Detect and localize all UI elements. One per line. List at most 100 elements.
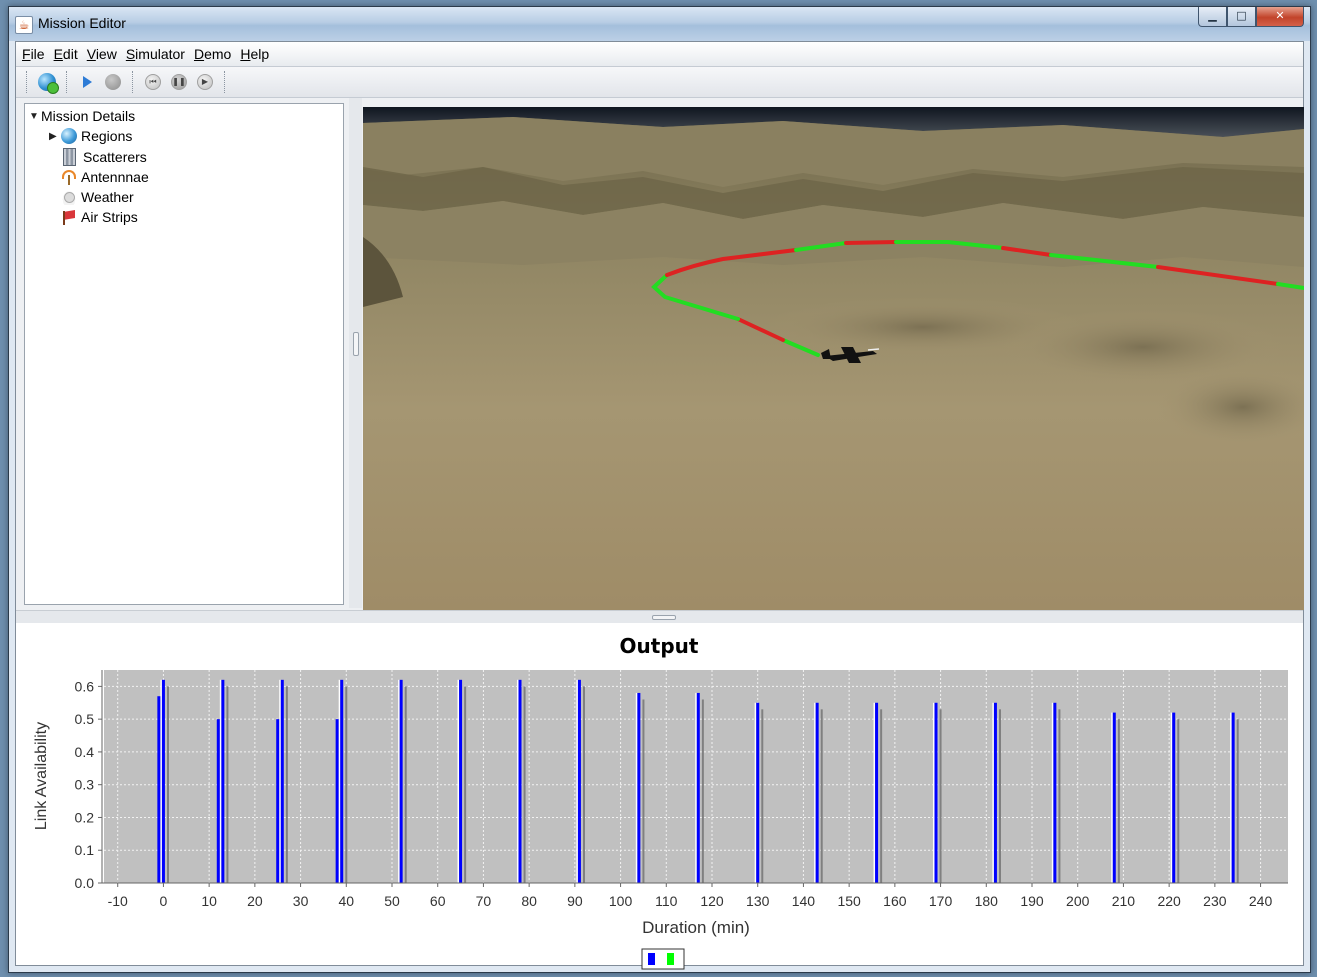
mission-editor-window: ☕ Mission Editor ▁ □ ✕ File Edit View Si… (8, 6, 1311, 973)
x-tick-label: 160 (883, 893, 907, 909)
horizontal-split-divider[interactable] (16, 610, 1303, 624)
title-bar[interactable]: ☕ Mission Editor ▁ □ ✕ (9, 7, 1310, 41)
y-tick-label: 0.1 (75, 842, 95, 858)
path-segment-down (844, 240, 898, 245)
y-tick-label: 0.3 (75, 777, 95, 793)
bar-blue (1112, 712, 1116, 883)
link-availability-chart: Output -10 0 10 20 30 40 50 60 70 80 90 100 110 120 13… (33, 634, 1288, 970)
x-tick-label: 220 (1157, 893, 1181, 909)
x-tick-label: 50 (384, 893, 400, 909)
bar-blue (696, 692, 700, 883)
globe-add-icon (38, 73, 59, 94)
menu-simulator[interactable]: Simulator (126, 46, 185, 62)
java-app-icon: ☕ (15, 16, 33, 34)
3d-terrain-view[interactable] (363, 107, 1304, 610)
bar-blue (637, 692, 641, 883)
x-tick-label: 40 (338, 893, 354, 909)
tree-node-label: Regions (81, 128, 133, 144)
bar-white (754, 702, 757, 883)
y-tick-label: 0.0 (75, 875, 95, 891)
antenna-icon (61, 169, 77, 185)
bar-gray (583, 686, 585, 883)
toolbar-separator (66, 71, 68, 93)
bar-blue (459, 679, 463, 883)
tree-node-mission-details[interactable]: ▼ Mission Details (29, 106, 135, 126)
bar-white (160, 679, 162, 883)
bar-blue (157, 696, 161, 883)
bar-blue (815, 702, 819, 883)
bar-white (1051, 702, 1054, 883)
x-tick-label: 60 (430, 893, 446, 909)
tree-node-label: Scatterers (83, 149, 147, 165)
chart-title: Output (620, 634, 699, 658)
legend-swatch-green (667, 953, 674, 965)
step-forward-button[interactable]: ▶ (194, 71, 216, 93)
bar-gray (939, 709, 942, 883)
step-forward-icon: ▶ (197, 74, 213, 90)
terrain-scene[interactable] (363, 107, 1304, 610)
bar-gray (345, 686, 348, 883)
expanded-triangle-icon[interactable]: ▼ (29, 111, 41, 122)
new-region-button[interactable] (36, 71, 59, 94)
x-tick-label: 140 (792, 893, 816, 909)
bar-blue (756, 702, 760, 883)
bar-blue (1231, 712, 1235, 883)
tree-node-air-strips[interactable]: Air Strips (61, 207, 138, 227)
tree-node-label: Antennnae (81, 169, 149, 185)
bar-gray (464, 686, 467, 883)
tree-node-regions[interactable]: ▶ Regions (49, 126, 132, 146)
bar-blue (1053, 702, 1057, 883)
stop-icon (105, 74, 121, 90)
bar-gray (642, 699, 645, 883)
collapsed-triangle-icon[interactable]: ▶ (49, 131, 61, 142)
legend (641, 948, 685, 970)
x-tick-label: 180 (975, 893, 999, 909)
client-area: File Edit View Simulator Demo Help ⏮ ❚❚ … (15, 41, 1304, 970)
tree-node-scatterers[interactable]: Scatterers (61, 147, 147, 167)
rewind-button[interactable]: ⏮ (142, 71, 164, 93)
bar-blue (280, 679, 284, 883)
menu-bar: File Edit View Simulator Demo Help (16, 42, 1303, 67)
bar-blue (934, 702, 938, 883)
menu-demo[interactable]: Demo (194, 46, 231, 62)
x-tick-label: 240 (1249, 893, 1273, 909)
x-tick-label: 190 (1020, 893, 1044, 909)
split-grip[interactable] (353, 332, 359, 356)
bar-white (1170, 712, 1173, 883)
x-tick-label: 100 (609, 893, 633, 909)
bar-gray (1117, 719, 1120, 883)
x-tick-label: 10 (201, 893, 217, 909)
rewind-icon: ⏮ (145, 74, 161, 90)
maximize-button[interactable]: □ (1227, 7, 1256, 27)
bar-white (1111, 712, 1113, 883)
bar-gray (226, 686, 229, 883)
bar-white (873, 702, 876, 883)
split-grip[interactable] (652, 615, 676, 620)
menu-view[interactable]: View (87, 46, 117, 62)
minimize-button[interactable]: ▁ (1198, 7, 1227, 27)
vertical-split-divider[interactable] (349, 98, 362, 608)
menu-help[interactable]: Help (240, 46, 269, 62)
x-tick-labels: -10 0 10 20 30 40 50 60 70 80 90 100 110 120 130 140 150… (108, 883, 1273, 909)
pause-icon: ❚❚ (171, 74, 187, 90)
pause-button[interactable]: ❚❚ (168, 71, 190, 93)
bar-white (814, 702, 816, 883)
stop-button[interactable] (102, 71, 124, 93)
x-tick-label: 170 (929, 893, 953, 909)
play-button[interactable] (76, 71, 98, 93)
x-tick-label: 70 (476, 893, 492, 909)
x-tick-label: 30 (293, 893, 309, 909)
tree-node-weather[interactable]: Weather (61, 187, 134, 207)
play-icon (82, 76, 92, 88)
bar-gray (701, 699, 704, 883)
menu-edit[interactable]: Edit (54, 46, 78, 62)
tree-node-antennae[interactable]: Antennnae (61, 167, 149, 187)
cloud-icon (61, 189, 77, 205)
bar-white (992, 702, 994, 883)
globe-icon (61, 128, 77, 144)
menu-file[interactable]: File (22, 46, 45, 62)
toolbar-grip (26, 71, 28, 93)
bar-white (1230, 712, 1232, 883)
close-button[interactable]: ✕ (1256, 7, 1304, 27)
x-tick-label: 120 (700, 893, 724, 909)
